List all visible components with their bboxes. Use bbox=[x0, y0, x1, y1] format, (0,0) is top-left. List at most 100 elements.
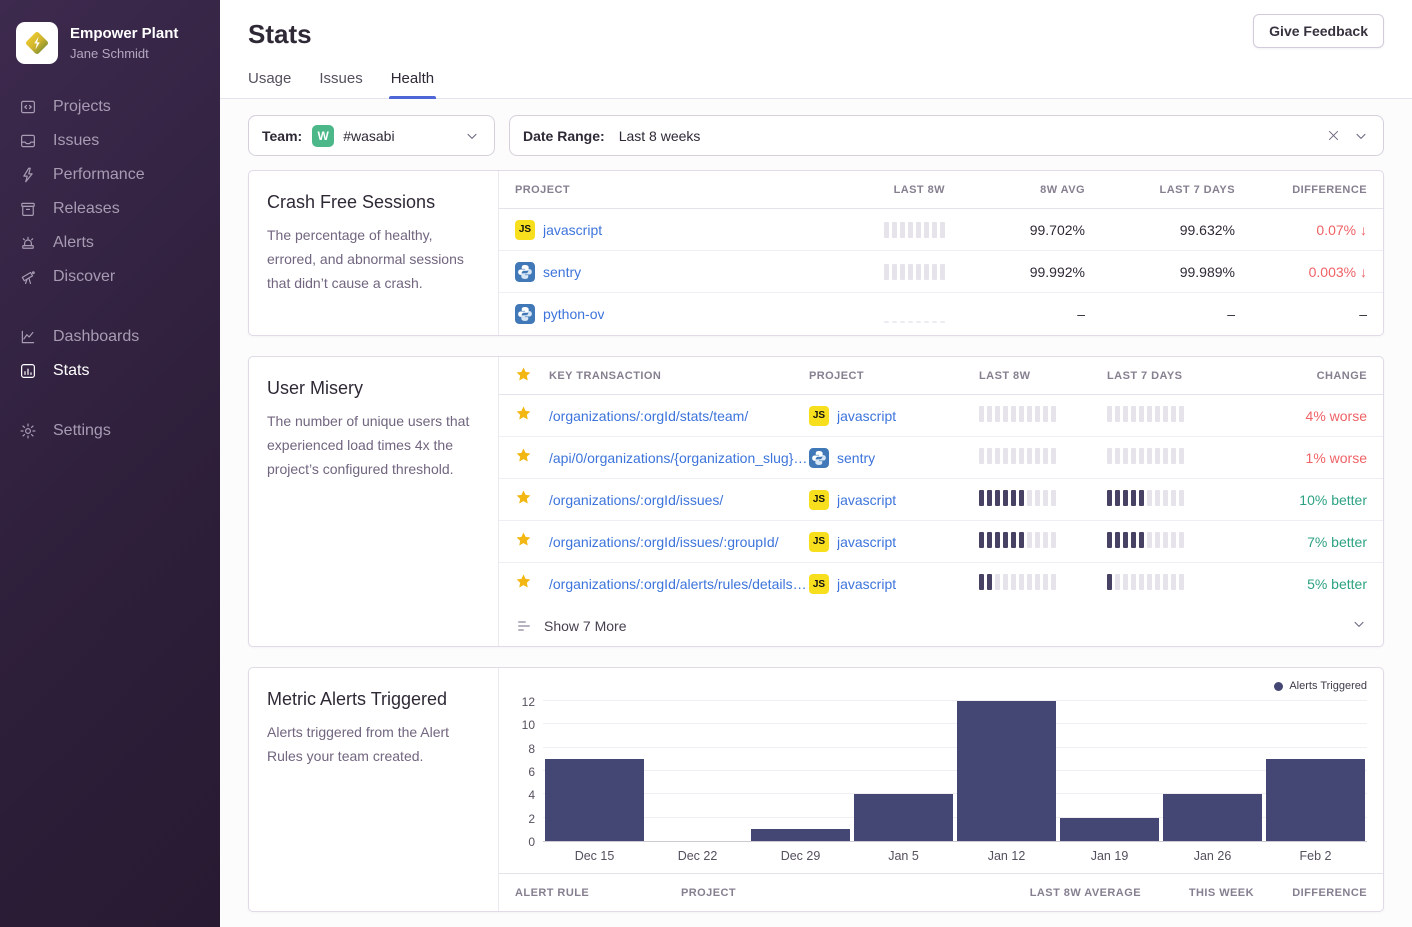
spark-bar bbox=[1139, 574, 1144, 590]
spark-bar bbox=[1123, 532, 1128, 548]
y-tick-label: 4 bbox=[528, 788, 535, 802]
spark-bar bbox=[1027, 490, 1032, 506]
bar-slot bbox=[1058, 702, 1161, 841]
spark-bar bbox=[1035, 574, 1040, 590]
tab-health[interactable]: Health bbox=[391, 70, 434, 98]
python-platform-icon bbox=[515, 304, 535, 324]
spark-bar bbox=[932, 222, 937, 238]
spark-bar bbox=[1003, 574, 1008, 590]
sidebar-item-dashboards[interactable]: Dashboards bbox=[0, 320, 220, 354]
sidebar-item-issues[interactable]: Issues bbox=[0, 124, 220, 158]
spark-bar bbox=[987, 574, 992, 590]
key-transaction-star-icon[interactable] bbox=[515, 405, 549, 427]
project-link[interactable]: javascript bbox=[837, 534, 896, 550]
show-more-row[interactable]: Show 7 More bbox=[499, 605, 1383, 646]
org-identity: Empower Plant Jane Schmidt bbox=[70, 25, 178, 61]
give-feedback-button[interactable]: Give Feedback bbox=[1253, 14, 1384, 48]
spark-bar bbox=[1171, 406, 1176, 422]
spark-bar bbox=[1051, 532, 1056, 548]
column-header: Key Transaction bbox=[549, 370, 809, 382]
spark-bar bbox=[1011, 532, 1016, 548]
spark-bar bbox=[1163, 448, 1168, 464]
spark-bar bbox=[1131, 448, 1136, 464]
tab-usage[interactable]: Usage bbox=[248, 70, 291, 98]
column-header: Project bbox=[515, 184, 795, 196]
project-link[interactable]: python-ov bbox=[543, 306, 604, 322]
spark-bar bbox=[1003, 406, 1008, 422]
spark-bar bbox=[1019, 574, 1024, 590]
spark-bar bbox=[1115, 532, 1120, 548]
chevron-down-icon[interactable] bbox=[463, 127, 481, 145]
spark-bar bbox=[1131, 574, 1136, 590]
org-user: Jane Schmidt bbox=[70, 46, 178, 61]
spark-bar bbox=[979, 574, 984, 590]
change-cell: 4% worse bbox=[1255, 408, 1367, 424]
crash-free-table: Project Last 8W 8W Avg Last 7 Days Diffe… bbox=[499, 171, 1383, 335]
bar-series bbox=[543, 702, 1367, 841]
chart-bar bbox=[1163, 794, 1262, 841]
team-selector[interactable]: Team: W #wasabi bbox=[248, 115, 495, 156]
sidebar-item-stats[interactable]: Stats bbox=[0, 354, 220, 388]
sidebar-item-alerts[interactable]: Alerts bbox=[0, 226, 220, 260]
user-misery-description: User Misery The number of unique users t… bbox=[249, 357, 499, 646]
spark-bar bbox=[1003, 490, 1008, 506]
project-cell: sentry bbox=[809, 448, 979, 468]
trend-sparkline bbox=[884, 221, 945, 238]
bar-slot bbox=[543, 702, 646, 841]
sidebar-item-discover[interactable]: Discover bbox=[0, 260, 220, 294]
key-transaction-star-icon[interactable] bbox=[515, 531, 549, 553]
key-transaction-star-icon[interactable] bbox=[515, 447, 549, 469]
spark-bar bbox=[908, 321, 913, 323]
sidebar-item-settings[interactable]: Settings bbox=[0, 414, 220, 448]
spark-bar bbox=[979, 490, 984, 506]
date-range-selector[interactable]: Date Range: Last 8 weeks bbox=[509, 115, 1384, 156]
trend-sparkline bbox=[1107, 447, 1184, 464]
spark-bar bbox=[1123, 490, 1128, 506]
change-cell: 5% better bbox=[1255, 576, 1367, 592]
project-link[interactable]: javascript bbox=[837, 408, 896, 424]
key-transaction-star-icon[interactable] bbox=[515, 573, 549, 595]
org-switcher[interactable]: Empower Plant Jane Schmidt bbox=[0, 14, 220, 90]
trend-cell bbox=[1107, 573, 1255, 595]
trend-cell bbox=[1107, 531, 1255, 553]
clear-icon[interactable] bbox=[1324, 127, 1342, 145]
x-tick-label: Jan 26 bbox=[1161, 849, 1264, 863]
tab-issues[interactable]: Issues bbox=[319, 70, 362, 98]
sidebar-item-releases[interactable]: Releases bbox=[0, 192, 220, 226]
spark-bar bbox=[916, 321, 921, 323]
sidebar-item-label: Settings bbox=[53, 422, 111, 440]
sidebar-item-label: Projects bbox=[53, 98, 111, 116]
team-label: Team: bbox=[262, 128, 302, 144]
spark-bar bbox=[1123, 448, 1128, 464]
project-link[interactable]: sentry bbox=[543, 264, 581, 280]
spark-bar bbox=[1019, 448, 1024, 464]
difference-cell: 0.003% ↓ bbox=[1235, 264, 1367, 280]
key-transaction-star-icon bbox=[515, 366, 549, 386]
key-transaction-star-icon[interactable] bbox=[515, 489, 549, 511]
difference-cell: 0.07% ↓ bbox=[1235, 222, 1367, 238]
transaction-link[interactable]: /organizations/:orgId/issues/ bbox=[549, 492, 809, 508]
project-cell: JSjavascript bbox=[809, 490, 979, 510]
spark-bar bbox=[1155, 406, 1160, 422]
spark-bar bbox=[892, 264, 897, 280]
transaction-link[interactable]: /organizations/:orgId/alerts/rules/detai… bbox=[549, 576, 809, 592]
chevron-down-icon[interactable] bbox=[1352, 127, 1370, 145]
sidebar-item-performance[interactable]: Performance bbox=[0, 158, 220, 192]
project-link[interactable]: javascript bbox=[837, 576, 896, 592]
column-header: Difference bbox=[1235, 184, 1367, 196]
value-cell: – bbox=[945, 306, 1085, 322]
bar-slot bbox=[646, 702, 749, 841]
transaction-link[interactable]: /organizations/:orgId/issues/:groupId/ bbox=[549, 534, 809, 550]
y-tick-label: 10 bbox=[522, 718, 535, 732]
project-link[interactable]: javascript bbox=[837, 492, 896, 508]
transaction-link[interactable]: /organizations/:orgId/stats/team/ bbox=[549, 408, 809, 424]
trend-cell bbox=[979, 405, 1107, 427]
chevron-down-icon[interactable] bbox=[1351, 616, 1367, 635]
panel-subtext: Alerts triggered from the Alert Rules yo… bbox=[267, 721, 480, 769]
table-header-row: Alert Rule Project Last 8W Average This … bbox=[499, 873, 1383, 911]
project-link[interactable]: sentry bbox=[837, 450, 875, 466]
sidebar-item-projects[interactable]: Projects bbox=[0, 90, 220, 124]
transaction-link[interactable]: /api/0/organizations/{organization_slug}… bbox=[549, 450, 809, 466]
project-link[interactable]: javascript bbox=[543, 222, 602, 238]
date-range-value: Last 8 weeks bbox=[619, 128, 701, 144]
